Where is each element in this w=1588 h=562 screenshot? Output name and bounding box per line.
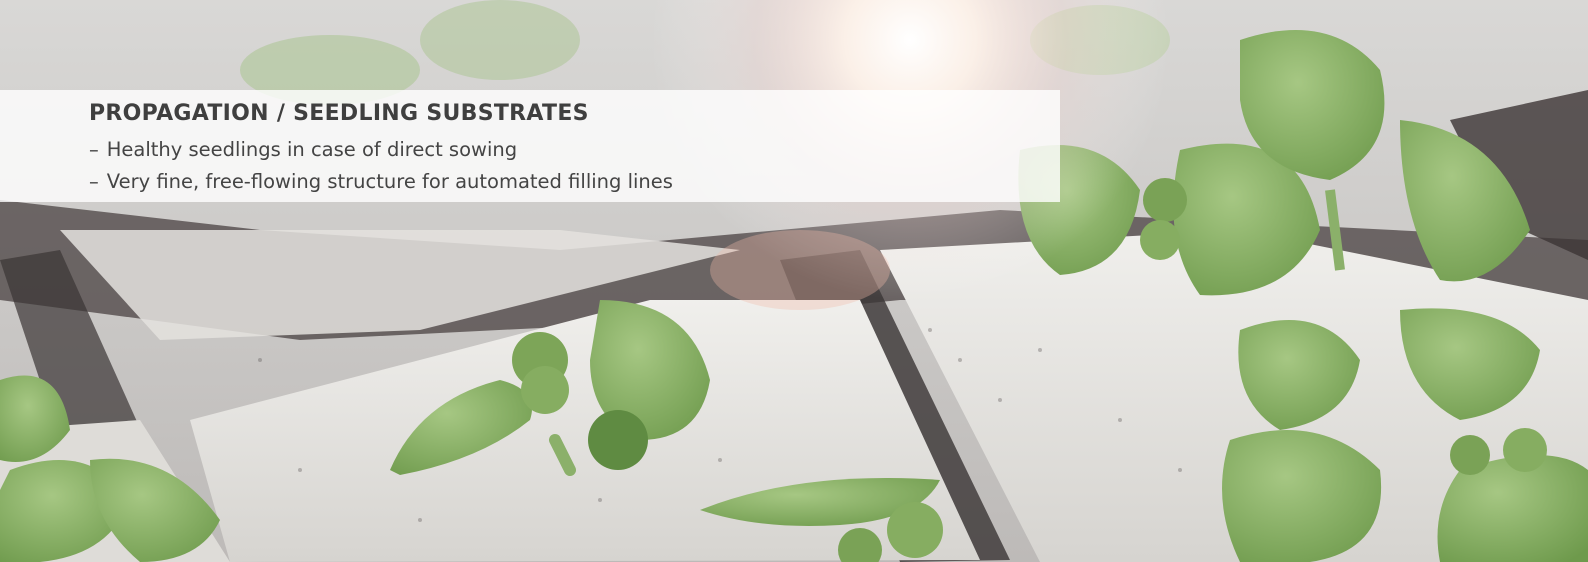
bullet-text: Healthy seedlings in case of direct sowi… — [106, 138, 518, 161]
bullet-list: – Healthy seedlings in case of direct sow… — [89, 134, 1060, 198]
bullet-item: – Very fine, free-flowing structure for a… — [89, 166, 1060, 198]
bullet-marker: – — [89, 170, 99, 193]
banner-title: PROPAGATION / SEEDLING SUBSTRATES — [89, 101, 589, 126]
bullet-text: Very fine, free-flowing structure for au… — [106, 170, 673, 193]
bullet-item: – Healthy seedlings in case of direct sow… — [89, 134, 1060, 166]
hero-photo — [0, 0, 1588, 562]
seedling-photo-illustration — [0, 0, 1588, 562]
bullet-marker: – — [89, 138, 99, 161]
caption-banner: PROPAGATION / SEEDLING SUBSTRATES – Healt… — [0, 90, 1060, 202]
